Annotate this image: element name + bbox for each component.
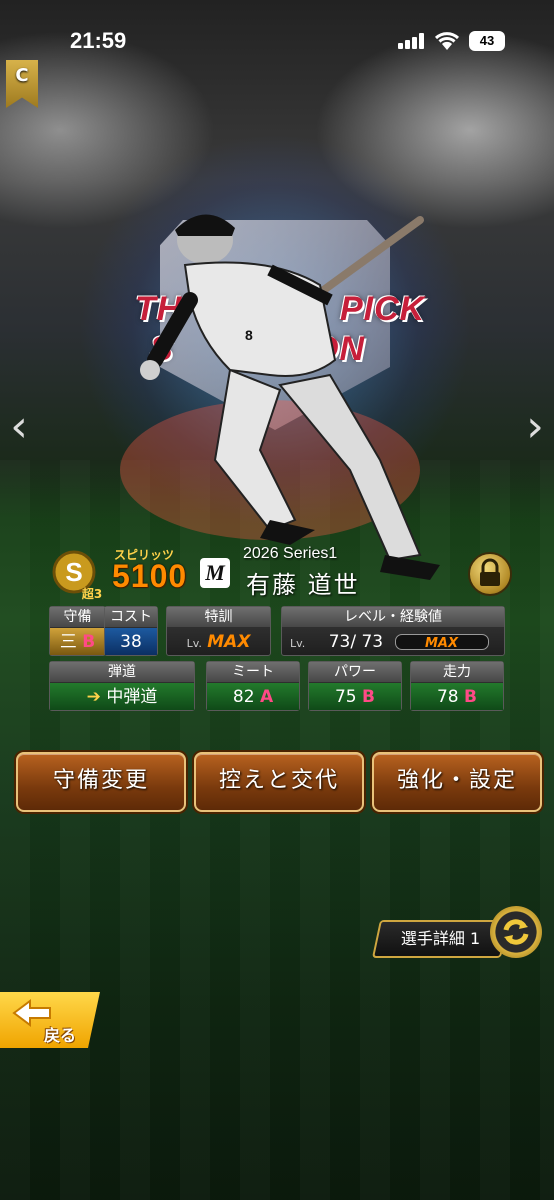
previous-player-arrow-icon[interactable]: ‹: [4, 402, 34, 452]
defense-position: 三: [59, 632, 77, 652]
back-label: 戻る: [44, 1026, 77, 1045]
switch-cycle-icon[interactable]: [490, 906, 542, 958]
power-value: 75: [334, 687, 357, 707]
status-bar: 21:59 43: [0, 0, 554, 80]
defense-header: 守備: [50, 607, 105, 627]
lock-icon[interactable]: [468, 552, 512, 596]
level-lv-label: Lv.: [290, 637, 306, 650]
speed-panel: 走力 78 B: [410, 661, 504, 711]
svg-text:8: 8: [245, 327, 253, 343]
training-panel: 特訓 Lv. MAX: [166, 606, 271, 656]
next-player-arrow-icon[interactable]: ›: [520, 402, 550, 452]
meet-panel: ミート 82 A: [206, 661, 300, 711]
speed-grade: B: [464, 687, 477, 707]
spirits-value: 5100: [112, 558, 188, 594]
player-image: 8: [120, 214, 440, 580]
battery-icon: 43: [469, 31, 505, 51]
rank-badge-icon: S 超3: [52, 550, 102, 600]
player-detail-label: 選手詳細 1: [400, 929, 481, 948]
exp-bar: MAX: [394, 634, 489, 651]
defense-panel: 守備 三 B: [49, 606, 106, 656]
status-time: 21:59: [70, 28, 127, 53]
speed-value: 78: [436, 687, 459, 707]
training-lv-label: Lv.: [186, 637, 202, 650]
trajectory-panel: 弾道 ➔ 中弾道: [49, 661, 195, 711]
meet-header: ミート: [207, 662, 299, 682]
exp-value: MAX: [425, 636, 459, 651]
player-name: 有藤 道世: [246, 571, 360, 599]
power-grade: B: [362, 687, 375, 707]
rank-label: 超3: [81, 586, 102, 600]
speed-header: 走力: [411, 662, 503, 682]
trajectory-arrow-icon: ➔: [86, 687, 101, 707]
training-header: 特訓: [167, 607, 270, 627]
meet-value: 82: [232, 687, 255, 707]
training-value: MAX: [207, 632, 251, 652]
power-header: パワー: [309, 662, 401, 682]
enhance-settings-button[interactable]: 強化・設定: [372, 752, 542, 812]
level-current: 73: [328, 632, 351, 652]
player-detail-button[interactable]: 選手詳細 1: [371, 920, 510, 958]
defense-grade: B: [82, 632, 96, 652]
meet-grade: A: [259, 687, 274, 707]
defense-change-button[interactable]: 守備変更: [16, 752, 186, 812]
power-panel: パワー 75 B: [308, 661, 402, 711]
signal-icon: [398, 33, 426, 49]
level-max: 73: [361, 632, 384, 652]
level-header: レベル・経験値: [282, 607, 504, 627]
cost-panel: コスト 38: [104, 606, 158, 656]
cost-value: 38: [105, 628, 157, 655]
svg-text:S: S: [65, 557, 82, 587]
bench-swap-button[interactable]: 控えと交代: [194, 752, 364, 812]
rarity-label: C: [15, 65, 29, 86]
series-label: 2026 Series1: [243, 545, 338, 562]
cost-header: コスト: [105, 607, 157, 627]
trajectory-value: 中弾道: [106, 687, 158, 707]
trajectory-header: 弾道: [50, 662, 194, 682]
wifi-icon: [434, 32, 460, 50]
team-logo-icon: M: [200, 558, 230, 588]
level-panel: レベル・経験値 Lv. 73/ 73 MAX: [281, 606, 505, 656]
back-button[interactable]: 戻る: [0, 992, 100, 1048]
